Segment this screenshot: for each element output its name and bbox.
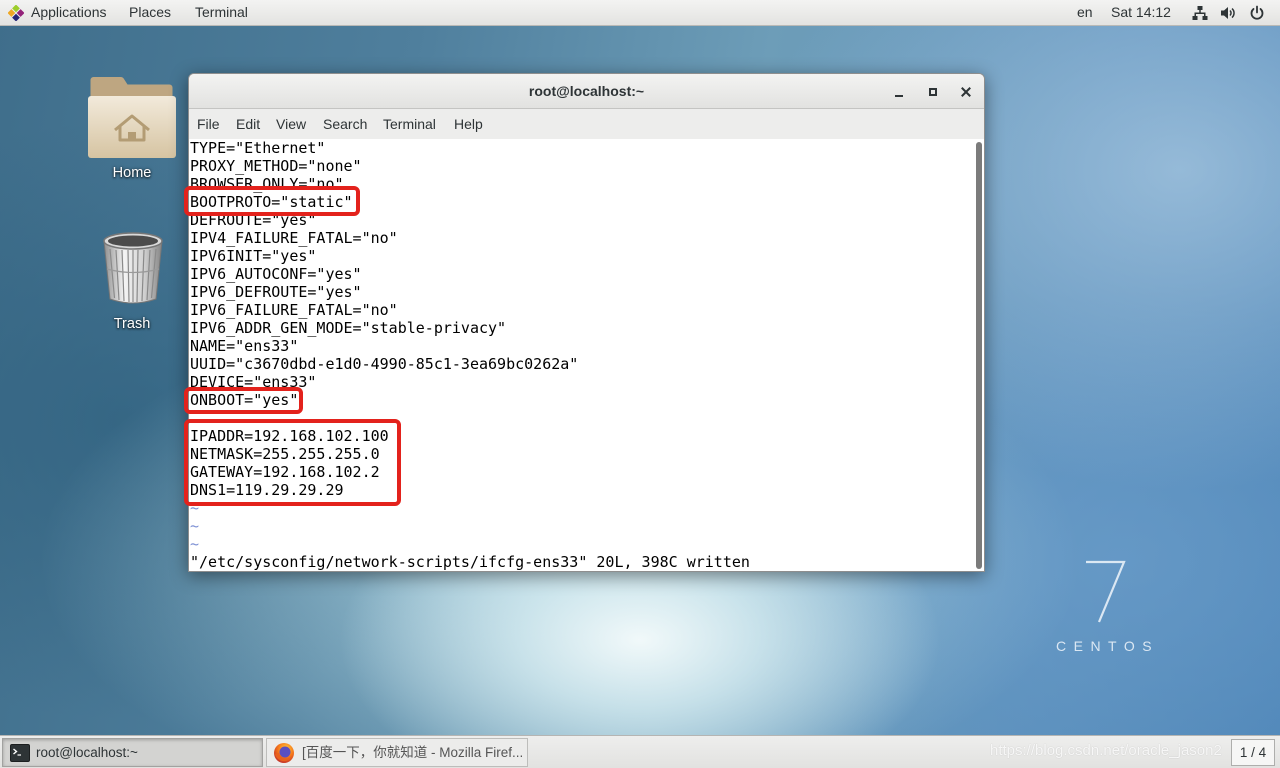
maximize-button[interactable]: [921, 80, 945, 104]
menu-search[interactable]: Search: [323, 109, 367, 139]
workspace-switcher[interactable]: 1 / 4: [1231, 739, 1275, 766]
close-icon: [961, 87, 971, 97]
terminal-menubar: File Edit View Search Terminal Help: [189, 109, 984, 139]
clock[interactable]: Sat 14:12: [1111, 0, 1171, 25]
terminal-line: NAME="ens33": [190, 337, 299, 355]
terminal-line: IPV6_AUTOCONF="yes": [190, 265, 362, 283]
menu-terminal[interactable]: Terminal: [383, 109, 436, 139]
window-title: root@localhost:~: [528, 83, 645, 99]
desktop-icon-label: Home: [112, 165, 152, 181]
terminal-line: IPV6INIT="yes": [190, 247, 317, 265]
vim-empty-line-marker: ~: [190, 517, 200, 535]
volume-icon[interactable]: [1220, 5, 1236, 21]
annotation-box-onboot: [184, 387, 303, 414]
terminal-icon: [10, 744, 30, 762]
terminal-line: TYPE="Ethernet": [190, 139, 326, 157]
vim-status-line: "/etc/sysconfig/network-scripts/ifcfg-en…: [190, 553, 750, 571]
terminal-line: UUID="c3670dbd-e1d0-4990-85c1-3ea69bc026…: [190, 355, 579, 373]
places-menu[interactable]: Places: [129, 0, 171, 25]
centos-logo-icon[interactable]: [7, 4, 25, 22]
top-panel: Applications Places Terminal en Sat 14:1…: [0, 0, 1280, 26]
power-icon[interactable]: [1249, 5, 1265, 21]
terminal-line: IPV4_FAILURE_FATAL="no": [190, 229, 398, 247]
close-button[interactable]: [954, 80, 978, 104]
terminal-app-menu[interactable]: Terminal: [195, 0, 248, 25]
terminal-scrollbar[interactable]: [974, 139, 984, 571]
desktop-icon-home[interactable]: Home: [84, 72, 180, 184]
terminal-line: IPV6_FAILURE_FATAL="no": [190, 301, 398, 319]
watermark: https://blog.csdn.net/oracle_jason2: [990, 742, 1222, 759]
taskbar-window-label: [百度一下，你就知道 - Mozilla Firef...: [302, 745, 524, 760]
firefox-icon: [273, 742, 295, 764]
terminal-line: IPV6_ADDR_GEN_MODE="stable-privacy": [190, 319, 507, 337]
centos-7-logo: [1080, 556, 1130, 626]
centos-wordmark: CENTOS: [1056, 638, 1160, 654]
terminal-line: PROXY_METHOD="none": [190, 157, 362, 175]
minimize-button[interactable]: [887, 80, 911, 104]
network-wired-icon[interactable]: [1192, 5, 1208, 21]
minimize-icon: [895, 95, 903, 97]
menu-view[interactable]: View: [276, 109, 306, 139]
desktop-icon-trash[interactable]: Trash: [84, 226, 180, 334]
menu-edit[interactable]: Edit: [236, 109, 260, 139]
desktop-icon-label: Trash: [113, 316, 151, 332]
menu-file[interactable]: File: [197, 109, 220, 139]
input-language-indicator[interactable]: en: [1077, 0, 1093, 25]
terminal-line: ONBOOT="yes": [190, 391, 299, 409]
window-titlebar[interactable]: root@localhost:~: [189, 74, 984, 109]
taskbar-window-label: root@localhost:~: [36, 745, 138, 760]
applications-menu[interactable]: Applications: [31, 0, 107, 25]
vim-empty-line-marker: ~: [190, 535, 200, 553]
trash-icon[interactable]: [100, 229, 166, 307]
scrollbar-thumb[interactable]: [976, 142, 982, 569]
taskbar-window-firefox[interactable]: [百度一下，你就知道 - Mozilla Firef...: [266, 738, 528, 767]
bottom-panel: root@localhost:~ [百度一下，你就知道 - Mozilla Fi…: [0, 735, 1280, 768]
menu-help[interactable]: Help: [454, 109, 483, 139]
terminal-line: IPV6_DEFROUTE="yes": [190, 283, 362, 301]
annotation-box-ip-settings: [184, 419, 401, 506]
terminal-line: DEVICE="ens33": [190, 373, 317, 391]
taskbar-window-terminal[interactable]: root@localhost:~: [2, 738, 263, 767]
folder-home-icon[interactable]: [88, 74, 176, 160]
maximize-icon: [929, 88, 937, 96]
annotation-box-bootproto: [184, 186, 360, 216]
